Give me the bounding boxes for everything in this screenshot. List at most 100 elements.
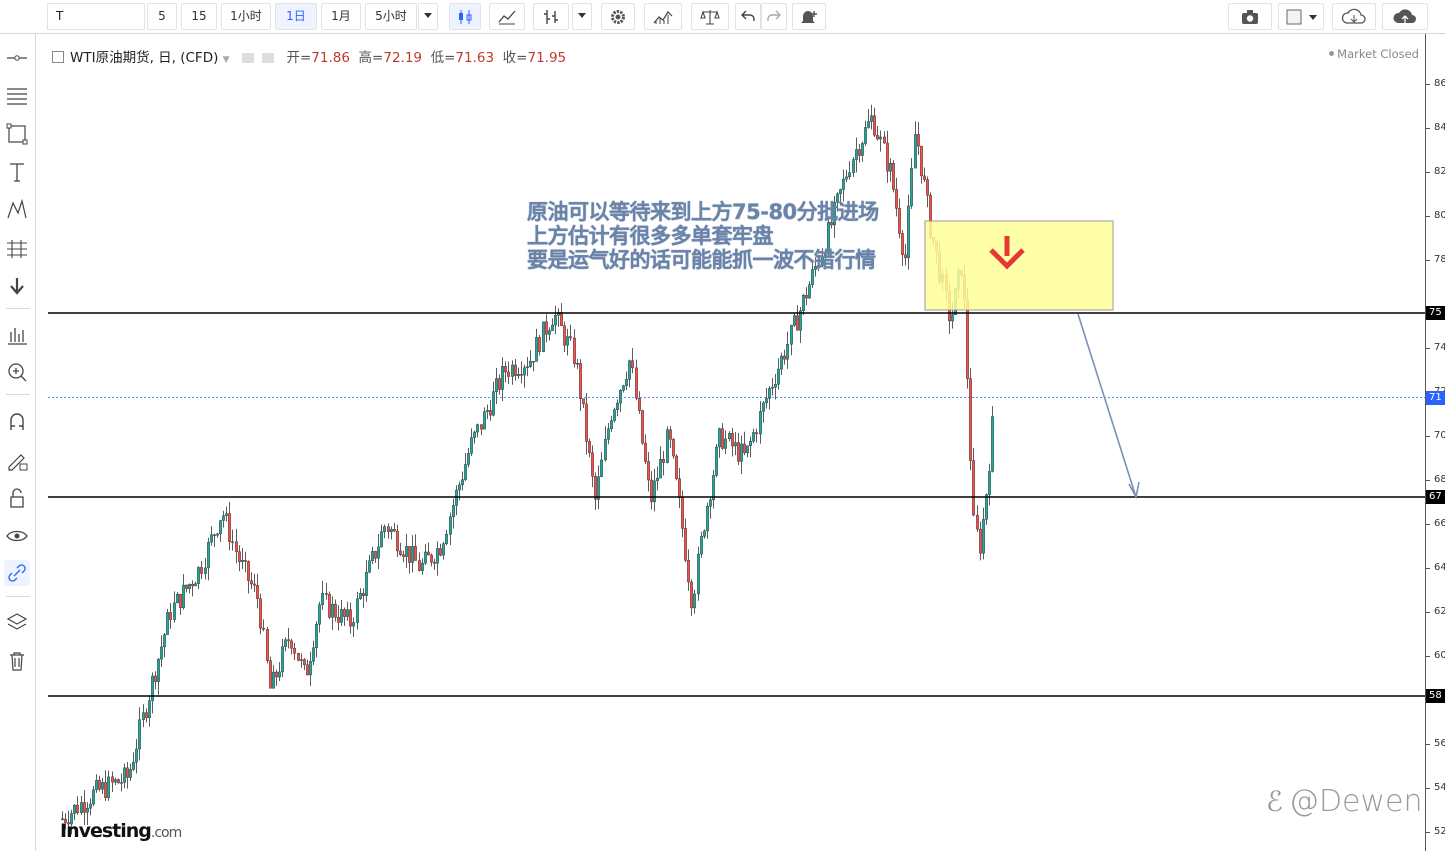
price-chart[interactable] — [0, 0, 1445, 851]
candle — [393, 522, 396, 533]
candle — [321, 580, 324, 610]
candle — [737, 432, 740, 466]
candle — [123, 763, 126, 789]
annotation-line-2: 上方估计有很多多单套牢盘 — [527, 224, 773, 248]
candle — [628, 359, 631, 388]
candle — [762, 401, 765, 423]
candle — [225, 506, 228, 522]
price-tick-mark — [1426, 128, 1430, 129]
candle — [523, 364, 526, 388]
candle — [848, 161, 851, 180]
chart-annotation-text[interactable]: 原油可以等待来到上方75-80分批进场 上方估计有很多多单套牢盘 要是运气好的话… — [527, 200, 879, 272]
candle — [985, 493, 988, 525]
price-tick-66: 66 — [1434, 518, 1445, 529]
candle — [886, 130, 889, 183]
target-arrow[interactable] — [1077, 313, 1140, 500]
candle — [334, 599, 337, 622]
price-tick-54: 54 — [1434, 782, 1445, 793]
candle — [613, 407, 616, 423]
candle — [142, 704, 145, 727]
candle — [889, 158, 892, 182]
price-tick-mark — [1426, 524, 1430, 525]
candle — [157, 658, 160, 695]
candle — [972, 447, 975, 517]
candle — [281, 638, 284, 678]
settings-gear-icon[interactable] — [262, 53, 275, 63]
candle — [876, 126, 879, 141]
candle — [312, 640, 315, 666]
entry-zone-rectangle[interactable] — [924, 220, 1114, 311]
candle — [551, 318, 554, 332]
candle — [390, 526, 393, 540]
investing-logo: Investing.com — [60, 820, 182, 842]
price-tick-86: 86 — [1434, 78, 1445, 89]
candle — [507, 361, 510, 385]
candle — [359, 588, 362, 600]
price-axis[interactable] — [1425, 34, 1445, 851]
candle — [104, 770, 107, 801]
candle — [411, 535, 414, 573]
price-tick-mark — [1426, 612, 1430, 613]
candle — [740, 435, 743, 475]
candle — [315, 621, 318, 658]
candle — [910, 157, 913, 209]
candle — [148, 695, 151, 727]
candle — [656, 466, 659, 491]
candle — [920, 145, 923, 184]
candle — [684, 518, 687, 563]
candle — [988, 463, 991, 506]
candle — [495, 367, 498, 405]
candle — [340, 600, 343, 627]
dropdown-chevron-down-icon[interactable]: ▼ — [223, 55, 230, 65]
candle — [346, 601, 349, 622]
candle — [473, 430, 476, 444]
candle — [870, 104, 873, 130]
candle — [269, 656, 272, 689]
candle — [666, 426, 669, 464]
candle — [120, 773, 123, 792]
low-value: 71.63 — [455, 50, 495, 66]
candle — [303, 658, 306, 671]
visibility-eye-icon[interactable] — [241, 53, 254, 63]
candle — [712, 470, 715, 509]
candle — [845, 169, 848, 183]
candle — [991, 405, 994, 473]
candle — [526, 357, 529, 377]
candle — [486, 404, 489, 419]
candle — [901, 230, 904, 267]
candle — [498, 374, 501, 395]
price-tick-mark — [1426, 568, 1430, 569]
candle — [805, 287, 808, 306]
candle — [430, 553, 433, 567]
candle — [337, 605, 340, 631]
candle — [166, 608, 169, 636]
candle — [783, 349, 786, 365]
candle — [917, 122, 920, 155]
candle — [585, 392, 588, 455]
candle — [95, 774, 98, 793]
candle — [421, 558, 424, 575]
candle — [145, 708, 148, 723]
candle — [594, 472, 597, 511]
candle — [690, 579, 693, 617]
close-value: 71.95 — [527, 50, 567, 66]
candle — [135, 738, 138, 774]
candle — [659, 446, 662, 479]
candle — [700, 531, 703, 558]
candle — [76, 796, 79, 815]
candle — [387, 523, 390, 539]
candle — [200, 561, 203, 580]
status-dot-icon — [1329, 51, 1335, 56]
symbol-title[interactable]: WTI原油期货, 日, (CFD) — [70, 50, 218, 66]
market-status-text: Market Closed — [1337, 47, 1419, 61]
price-tick-mark — [1426, 788, 1430, 789]
candle — [734, 432, 737, 456]
candle — [669, 426, 672, 449]
candle — [160, 635, 163, 667]
candle — [560, 303, 563, 326]
candle — [470, 428, 473, 457]
collapse-legend-icon[interactable] — [52, 51, 64, 63]
candle — [706, 502, 709, 539]
candle — [228, 501, 231, 551]
candle — [861, 141, 864, 162]
